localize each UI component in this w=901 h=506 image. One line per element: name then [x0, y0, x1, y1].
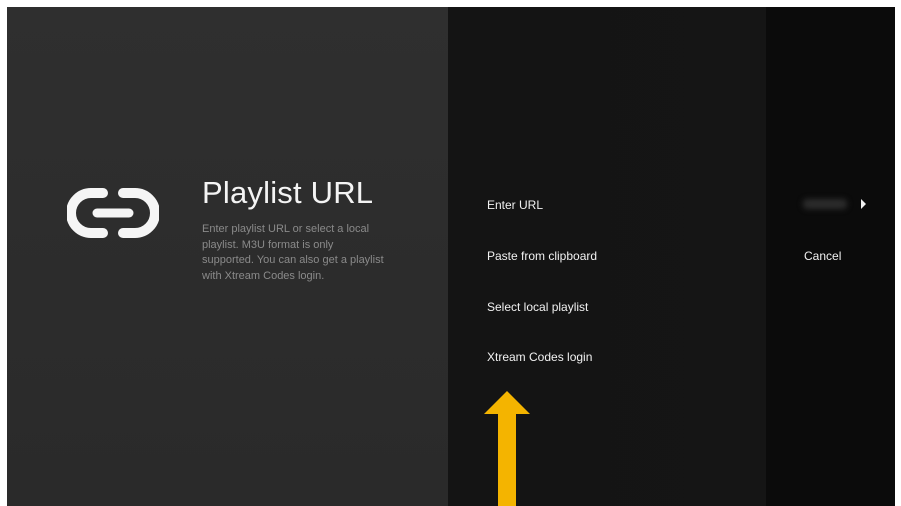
up-arrow-icon — [484, 391, 530, 506]
page-title: Playlist URL — [202, 175, 374, 210]
menu-item-select-local-playlist[interactable]: Select local playlist — [487, 300, 588, 314]
menu-item-enter-url[interactable]: Enter URL — [487, 198, 543, 212]
page-description: Enter playlist URL or select a local pla… — [202, 223, 384, 282]
url-value-blurred — [803, 199, 847, 209]
menu-item-xtream-codes-login[interactable]: Xtream Codes login — [487, 350, 592, 364]
link-icon — [67, 188, 159, 238]
cancel-button[interactable]: Cancel — [804, 249, 841, 263]
tv-screen: g Playlist URL Enter playlist URL or sel… — [7, 7, 895, 506]
menu-item-paste-from-clipboard[interactable]: Paste from clipboard — [487, 249, 597, 263]
chevron-right-icon[interactable] — [860, 198, 868, 210]
